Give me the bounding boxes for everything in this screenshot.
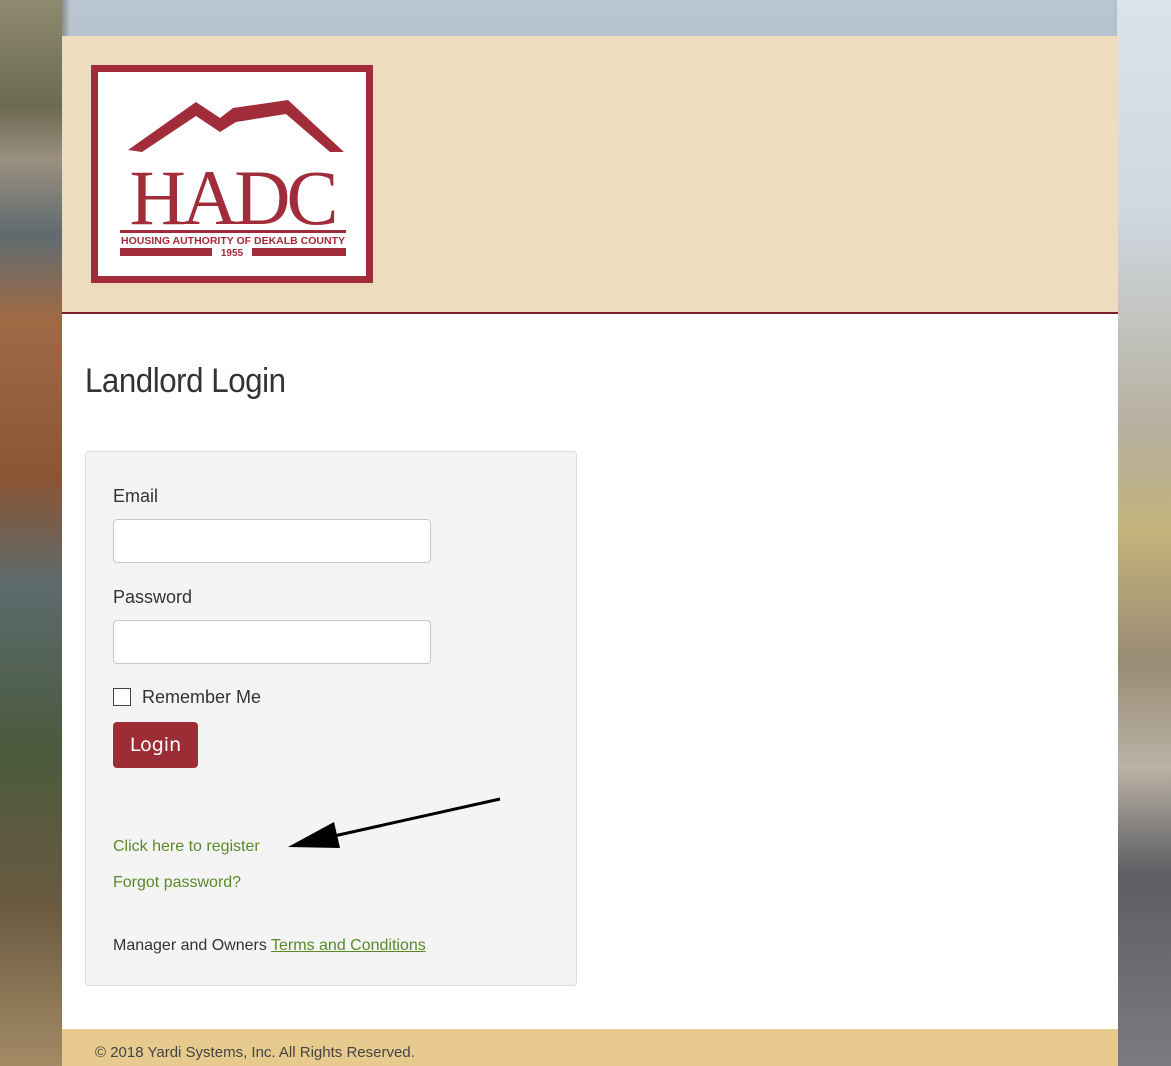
terms-prefix: Manager and Owners (113, 937, 272, 954)
forgot-password-link[interactable]: Forgot password? (113, 874, 241, 892)
logo-subtitle: HOUSING AUTHORITY OF DEKALB COUNTY (121, 235, 345, 247)
background-photo-left (0, 0, 62, 1066)
login-form-panel: Email Password Remember Me Login Click h… (85, 451, 577, 986)
remember-me-label[interactable]: Remember Me (142, 687, 261, 708)
remember-me-checkbox[interactable] (113, 688, 131, 706)
logo-year: 1955 (221, 248, 244, 259)
terms-line: Manager and Owners Terms and Conditions (113, 937, 426, 955)
password-field[interactable] (113, 620, 431, 664)
site-header: HADC HOUSING AUTHORITY OF DEKALB COUNTY … (62, 36, 1118, 314)
copyright-text: © 2018 Yardi Systems, Inc. All Rights Re… (95, 1044, 415, 1061)
register-link[interactable]: Click here to register (113, 838, 260, 856)
page-title: Landlord Login (85, 362, 286, 400)
login-button[interactable]: Login (113, 722, 198, 768)
logo-acronym: HADC (129, 154, 334, 241)
hadc-logo: HADC HOUSING AUTHORITY OF DEKALB COUNTY … (91, 65, 373, 283)
terms-link[interactable]: Terms and Conditions (271, 937, 426, 954)
password-label: Password (113, 587, 193, 607)
email-field[interactable] (113, 519, 431, 563)
background-photo-right (1117, 0, 1171, 1066)
page-container: HADC HOUSING AUTHORITY OF DEKALB COUNTY … (62, 36, 1118, 1066)
site-footer: © 2018 Yardi Systems, Inc. All Rights Re… (62, 1029, 1118, 1066)
email-label: Email (113, 486, 159, 506)
